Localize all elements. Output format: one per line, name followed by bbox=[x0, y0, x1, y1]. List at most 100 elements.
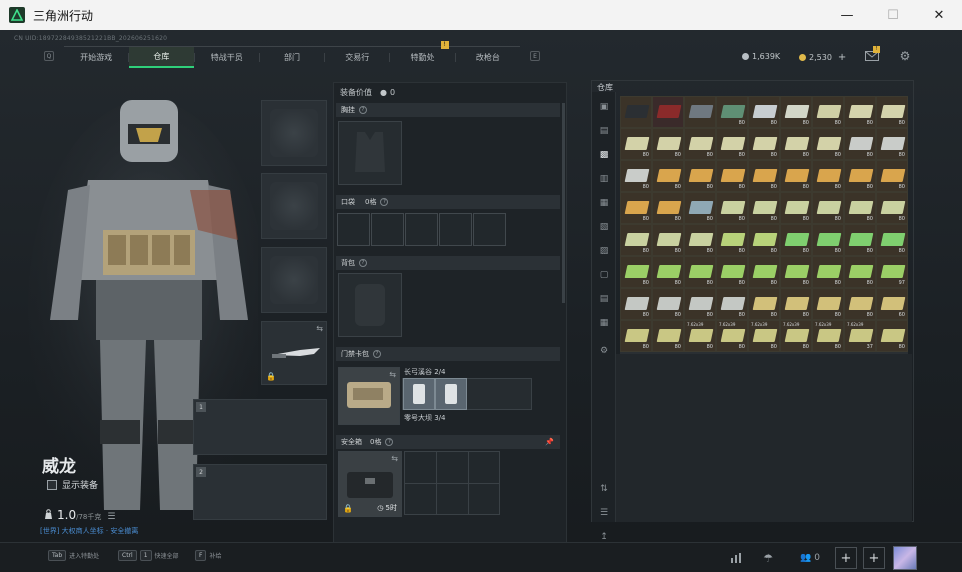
inventory-item[interactable]: 80 bbox=[748, 128, 780, 160]
inventory-item[interactable]: 80 bbox=[684, 288, 716, 320]
inventory-item[interactable]: 7.62x39 80 bbox=[748, 320, 780, 352]
inventory-item[interactable]: 80 bbox=[876, 192, 908, 224]
hint-special-ops[interactable]: Tab 进入特勤处 bbox=[48, 550, 99, 561]
pin-icon[interactable]: 📌 bbox=[545, 438, 554, 446]
primary-weapon-slot[interactable]: 1 bbox=[193, 399, 327, 455]
inventory-item[interactable]: 80 bbox=[716, 256, 748, 288]
inventory-item[interactable]: 80 bbox=[812, 192, 844, 224]
inventory-item[interactable]: 80 bbox=[652, 192, 684, 224]
tab-0[interactable]: 开始游戏 bbox=[64, 47, 128, 68]
inventory-item[interactable]: 80 bbox=[876, 320, 908, 352]
inventory-item[interactable]: 80 bbox=[684, 256, 716, 288]
help-icon[interactable]: ? bbox=[373, 350, 381, 358]
layers-icon[interactable]: ☰ bbox=[596, 506, 612, 520]
inventory-item[interactable]: 80 bbox=[844, 96, 876, 128]
inventory-item[interactable]: 80 bbox=[812, 288, 844, 320]
pocket-slot[interactable] bbox=[337, 213, 370, 246]
inventory-item[interactable]: 80 bbox=[652, 224, 684, 256]
inventory-item[interactable]: 80 bbox=[716, 288, 748, 320]
inventory-item[interactable]: 80 bbox=[780, 160, 812, 192]
stats-icon[interactable] bbox=[726, 548, 746, 568]
inventory-item[interactable]: 80 bbox=[716, 160, 748, 192]
inventory-item[interactable]: 80 bbox=[780, 192, 812, 224]
tab-5[interactable]: 特勤处! bbox=[390, 41, 454, 68]
pocket-slot[interactable] bbox=[405, 213, 438, 246]
minimize-icon[interactable]: — bbox=[824, 0, 870, 30]
inventory-item[interactable]: 80 bbox=[684, 128, 716, 160]
inventory-item[interactable]: 7.62x39 80 bbox=[780, 320, 812, 352]
inventory-item[interactable]: 80 bbox=[620, 192, 652, 224]
parachute-icon[interactable]: ☂ bbox=[758, 548, 778, 568]
tab-parts-icon[interactable]: ▦ bbox=[596, 316, 612, 330]
inventory-item[interactable]: 80 bbox=[844, 288, 876, 320]
chest-rig-slot[interactable] bbox=[338, 121, 402, 185]
backpack-slot[interactable] bbox=[338, 273, 402, 337]
help-icon[interactable]: ? bbox=[380, 198, 389, 206]
friends-button[interactable]: 👥 0 bbox=[795, 548, 825, 568]
hint-supply[interactable]: F 补给 bbox=[195, 550, 221, 561]
inventory-item[interactable]: 80 bbox=[844, 160, 876, 192]
tab-medical-icon[interactable]: ▦ bbox=[596, 196, 612, 210]
add-squad-button[interactable]: + bbox=[835, 547, 857, 569]
mail-icon[interactable]: ! bbox=[864, 46, 880, 64]
tab-4[interactable]: 交易行 bbox=[325, 47, 389, 68]
inventory-item[interactable]: 80 bbox=[748, 288, 780, 320]
tab-valuables-icon[interactable]: ▢ bbox=[596, 268, 612, 282]
inventory-item[interactable]: 80 bbox=[876, 224, 908, 256]
inventory-item[interactable]: 80 bbox=[748, 96, 780, 128]
maximize-icon[interactable]: ☐ bbox=[870, 0, 916, 30]
add-squad-button[interactable]: + bbox=[863, 547, 885, 569]
swap-icon[interactable]: ⇆ bbox=[389, 370, 396, 379]
inventory-item[interactable]: 80 bbox=[684, 224, 716, 256]
inventory-item[interactable]: 7.62x39 37 bbox=[844, 320, 876, 352]
inventory-item[interactable]: 80 bbox=[812, 160, 844, 192]
inventory-item[interactable]: 80 bbox=[716, 96, 748, 128]
tab-1[interactable]: 仓库 bbox=[129, 47, 194, 68]
inventory-item[interactable]: 80 bbox=[716, 128, 748, 160]
show-gear-checkbox[interactable] bbox=[47, 479, 57, 490]
inventory-item[interactable]: 80 bbox=[684, 160, 716, 192]
inventory-item[interactable]: 80 bbox=[748, 160, 780, 192]
nav-prev-key[interactable]: Q bbox=[44, 51, 54, 61]
inventory-item[interactable]: 80 bbox=[620, 320, 652, 352]
tab-all-icon[interactable]: ▣ bbox=[596, 100, 612, 114]
inventory-empty-area[interactable] bbox=[616, 354, 912, 522]
chat-channel[interactable]: [世界] 大权商人坐标 · 安全撤离 bbox=[40, 526, 138, 536]
inventory-item[interactable]: 80 bbox=[620, 256, 652, 288]
inventory-item[interactable]: 80 bbox=[748, 256, 780, 288]
inventory-item[interactable]: 80 bbox=[716, 192, 748, 224]
inventory-item[interactable]: 80 bbox=[812, 224, 844, 256]
tab-2[interactable]: 特战干员 bbox=[195, 47, 259, 68]
inventory-item[interactable]: 80 bbox=[748, 192, 780, 224]
token-balance[interactable]: 2,530 + bbox=[799, 52, 846, 63]
help-icon[interactable]: ? bbox=[359, 106, 367, 114]
inventory-item[interactable]: 7.62x39 80 bbox=[716, 320, 748, 352]
inventory-item[interactable]: 80 bbox=[684, 192, 716, 224]
help-icon[interactable]: ? bbox=[359, 259, 367, 267]
armor-slot[interactable] bbox=[261, 173, 327, 239]
inventory-item[interactable]: 7.62x39 80 bbox=[812, 320, 844, 352]
inventory-item[interactable] bbox=[620, 96, 652, 128]
inventory-item[interactable]: 80 bbox=[812, 256, 844, 288]
keycard-item[interactable] bbox=[403, 378, 435, 410]
gear-icon[interactable]: ⚙ bbox=[897, 48, 913, 64]
inventory-item[interactable]: 60 bbox=[876, 288, 908, 320]
inventory-item[interactable]: 80 bbox=[812, 96, 844, 128]
inventory-item[interactable]: 80 bbox=[652, 256, 684, 288]
inventory-item[interactable]: 80 bbox=[844, 192, 876, 224]
hint-quick-all[interactable]: Ctrl 1 快速全部 bbox=[118, 550, 179, 561]
inventory-item[interactable]: 80 bbox=[620, 128, 652, 160]
swap-icon[interactable]: ⇆ bbox=[391, 454, 398, 463]
inventory-item[interactable]: 80 bbox=[748, 224, 780, 256]
inventory-item[interactable] bbox=[652, 96, 684, 128]
tab-keys-icon[interactable]: ▧ bbox=[596, 220, 612, 234]
inventory-item[interactable]: 97 bbox=[876, 256, 908, 288]
tab-3[interactable]: 部门 bbox=[260, 47, 324, 68]
tab-containers-icon[interactable]: ▤ bbox=[596, 292, 612, 306]
inventory-item[interactable]: 80 bbox=[844, 256, 876, 288]
keycard-item[interactable] bbox=[435, 378, 467, 410]
pocket-slot[interactable] bbox=[473, 213, 506, 246]
inventory-item[interactable]: 80 bbox=[620, 160, 652, 192]
inventory-item[interactable]: 80 bbox=[620, 224, 652, 256]
inventory-item[interactable]: 7.62x39 80 bbox=[684, 320, 716, 352]
